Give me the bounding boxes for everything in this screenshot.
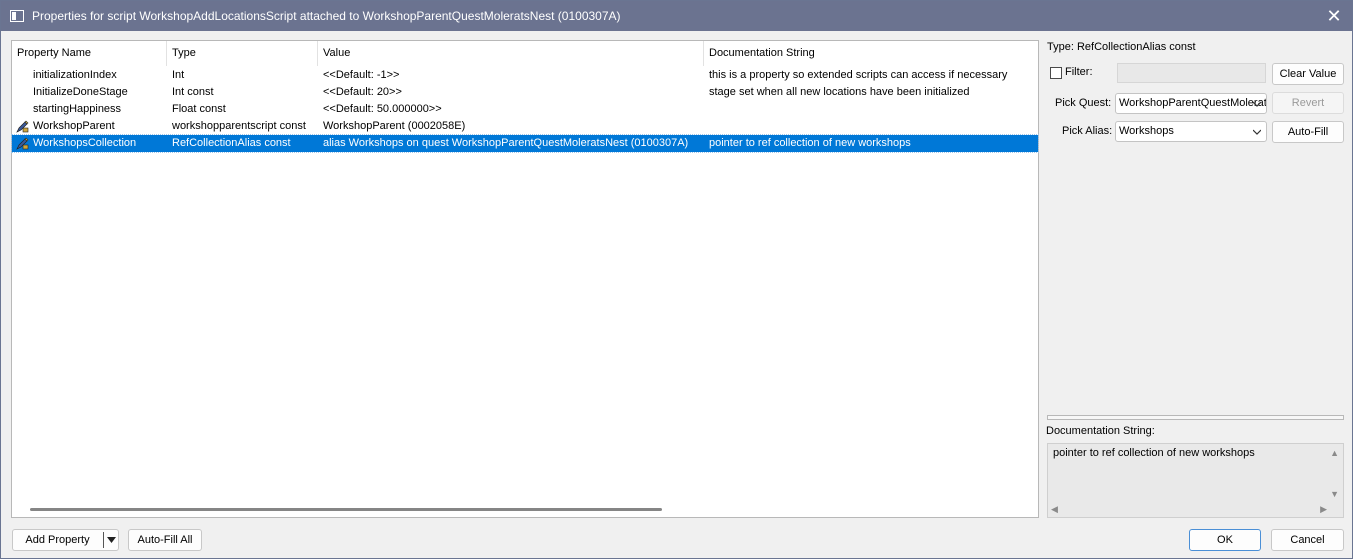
pick-alias-label: Pick Alias:	[1062, 125, 1113, 137]
cell-doc: pointer to ref collection of new worksho…	[709, 137, 911, 149]
pick-quest-value: WorkshopParentQuestMoleratsNest	[1119, 97, 1267, 109]
cell-name: WorkshopParent	[12, 118, 167, 135]
cell-doc	[704, 118, 1038, 135]
pen-property-icon	[16, 120, 29, 133]
revert-button[interactable]: Revert	[1272, 92, 1344, 114]
filter-label: Filter:	[1065, 66, 1093, 78]
documentation-box[interactable]: pointer to ref collection of new worksho…	[1047, 443, 1344, 518]
cell-type: RefCollectionAlias const	[172, 137, 291, 149]
window-title: Properties for script WorkshopAddLocatio…	[32, 9, 621, 23]
close-icon[interactable]: ✕	[1324, 6, 1344, 26]
cell-type: Float const	[172, 103, 226, 115]
column-header-value[interactable]: Value	[318, 41, 704, 66]
cancel-button[interactable]: Cancel	[1271, 529, 1344, 551]
table-row[interactable]: startingHappiness Float const <<Default: 5…	[12, 101, 1038, 118]
chevron-down-icon	[1253, 101, 1261, 107]
pick-quest-label: Pick Quest:	[1055, 97, 1112, 109]
auto-fill-all-button[interactable]: Auto-Fill All	[128, 529, 202, 551]
pick-quest-select[interactable]: WorkshopParentQuestMoleratsNest	[1115, 93, 1267, 114]
documentation-label: Documentation String:	[1046, 425, 1155, 437]
cell-name: initializationIndex	[33, 69, 117, 81]
cell-doc: stage set when all new locations have be…	[709, 86, 970, 98]
property-name-text: WorkshopParent	[33, 120, 115, 132]
pen-property-icon	[16, 137, 29, 150]
cell-value: alias Workshops on quest WorkshopParentQ…	[323, 137, 689, 149]
ok-button[interactable]: OK	[1189, 529, 1261, 551]
type-label: Type: RefCollectionAlias const	[1047, 41, 1196, 53]
column-header-type[interactable]: Type	[167, 41, 318, 66]
table-row[interactable]: InitializeDoneStage Int const <<Default: 2…	[12, 84, 1038, 101]
property-table: Property Name Type Value Documentation S…	[11, 40, 1039, 518]
horizontal-scrollbar[interactable]	[30, 508, 662, 511]
split-divider	[103, 532, 104, 548]
column-header-property-name[interactable]: Property Name	[12, 41, 167, 66]
cell-value: <<Default: -1>>	[323, 69, 400, 81]
scroll-left-icon[interactable]: ◀	[1051, 505, 1058, 514]
pick-alias-select[interactable]: Workshops	[1115, 121, 1267, 142]
scroll-up-icon[interactable]: ▲	[1330, 449, 1339, 458]
pick-alias-value: Workshops	[1119, 125, 1174, 137]
column-header-documentation[interactable]: Documentation String	[704, 41, 1038, 66]
add-property-label: Add Property	[25, 534, 90, 546]
cell-type: workshopparentscript const	[172, 120, 306, 132]
table-header: Property Name Type Value Documentation S…	[12, 41, 1038, 66]
cell-doc	[704, 101, 1038, 118]
title-bar: Properties for script WorkshopAddLocatio…	[1, 1, 1352, 31]
auto-fill-button[interactable]: Auto-Fill	[1272, 121, 1344, 143]
add-property-button[interactable]: Add Property	[12, 529, 119, 551]
cell-value: <<Default: 50.000000>>	[323, 103, 442, 115]
documentation-text: pointer to ref collection of new worksho…	[1053, 447, 1255, 459]
cell-name: InitializeDoneStage	[33, 86, 128, 98]
cell-name: WorkshopsCollection	[12, 135, 167, 152]
table-row[interactable]: WorkshopParent workshopparentscript const…	[12, 118, 1038, 135]
properties-dialog: Properties for script WorkshopAddLocatio…	[0, 0, 1353, 559]
window-icon	[10, 10, 24, 22]
chevron-down-icon	[1253, 129, 1261, 135]
filter-checkbox[interactable]	[1050, 67, 1062, 79]
table-row[interactable]: initializationIndex Int <<Default: -1>> thi…	[12, 67, 1038, 84]
cell-type: Int	[172, 69, 185, 81]
panel-splitter[interactable]	[1047, 415, 1344, 420]
table-row[interactable]: WorkshopsCollection RefCollectionAlias co…	[11, 134, 1039, 153]
scroll-right-icon[interactable]: ▶	[1320, 505, 1327, 514]
scroll-down-icon[interactable]: ▼	[1330, 490, 1339, 499]
cell-doc: this is a property so extended scripts c…	[709, 69, 1008, 81]
property-name-text: WorkshopsCollection	[33, 137, 137, 149]
cell-value: <<Default: 20>>	[323, 86, 402, 98]
cell-value: WorkshopParent (0002058E)	[323, 120, 466, 132]
cell-name: startingHappiness	[33, 103, 122, 115]
cell-type: Int const	[172, 86, 214, 98]
filter-input[interactable]	[1117, 63, 1266, 83]
dropdown-arrow-icon[interactable]	[107, 536, 116, 544]
clear-value-button[interactable]: Clear Value	[1272, 63, 1344, 85]
